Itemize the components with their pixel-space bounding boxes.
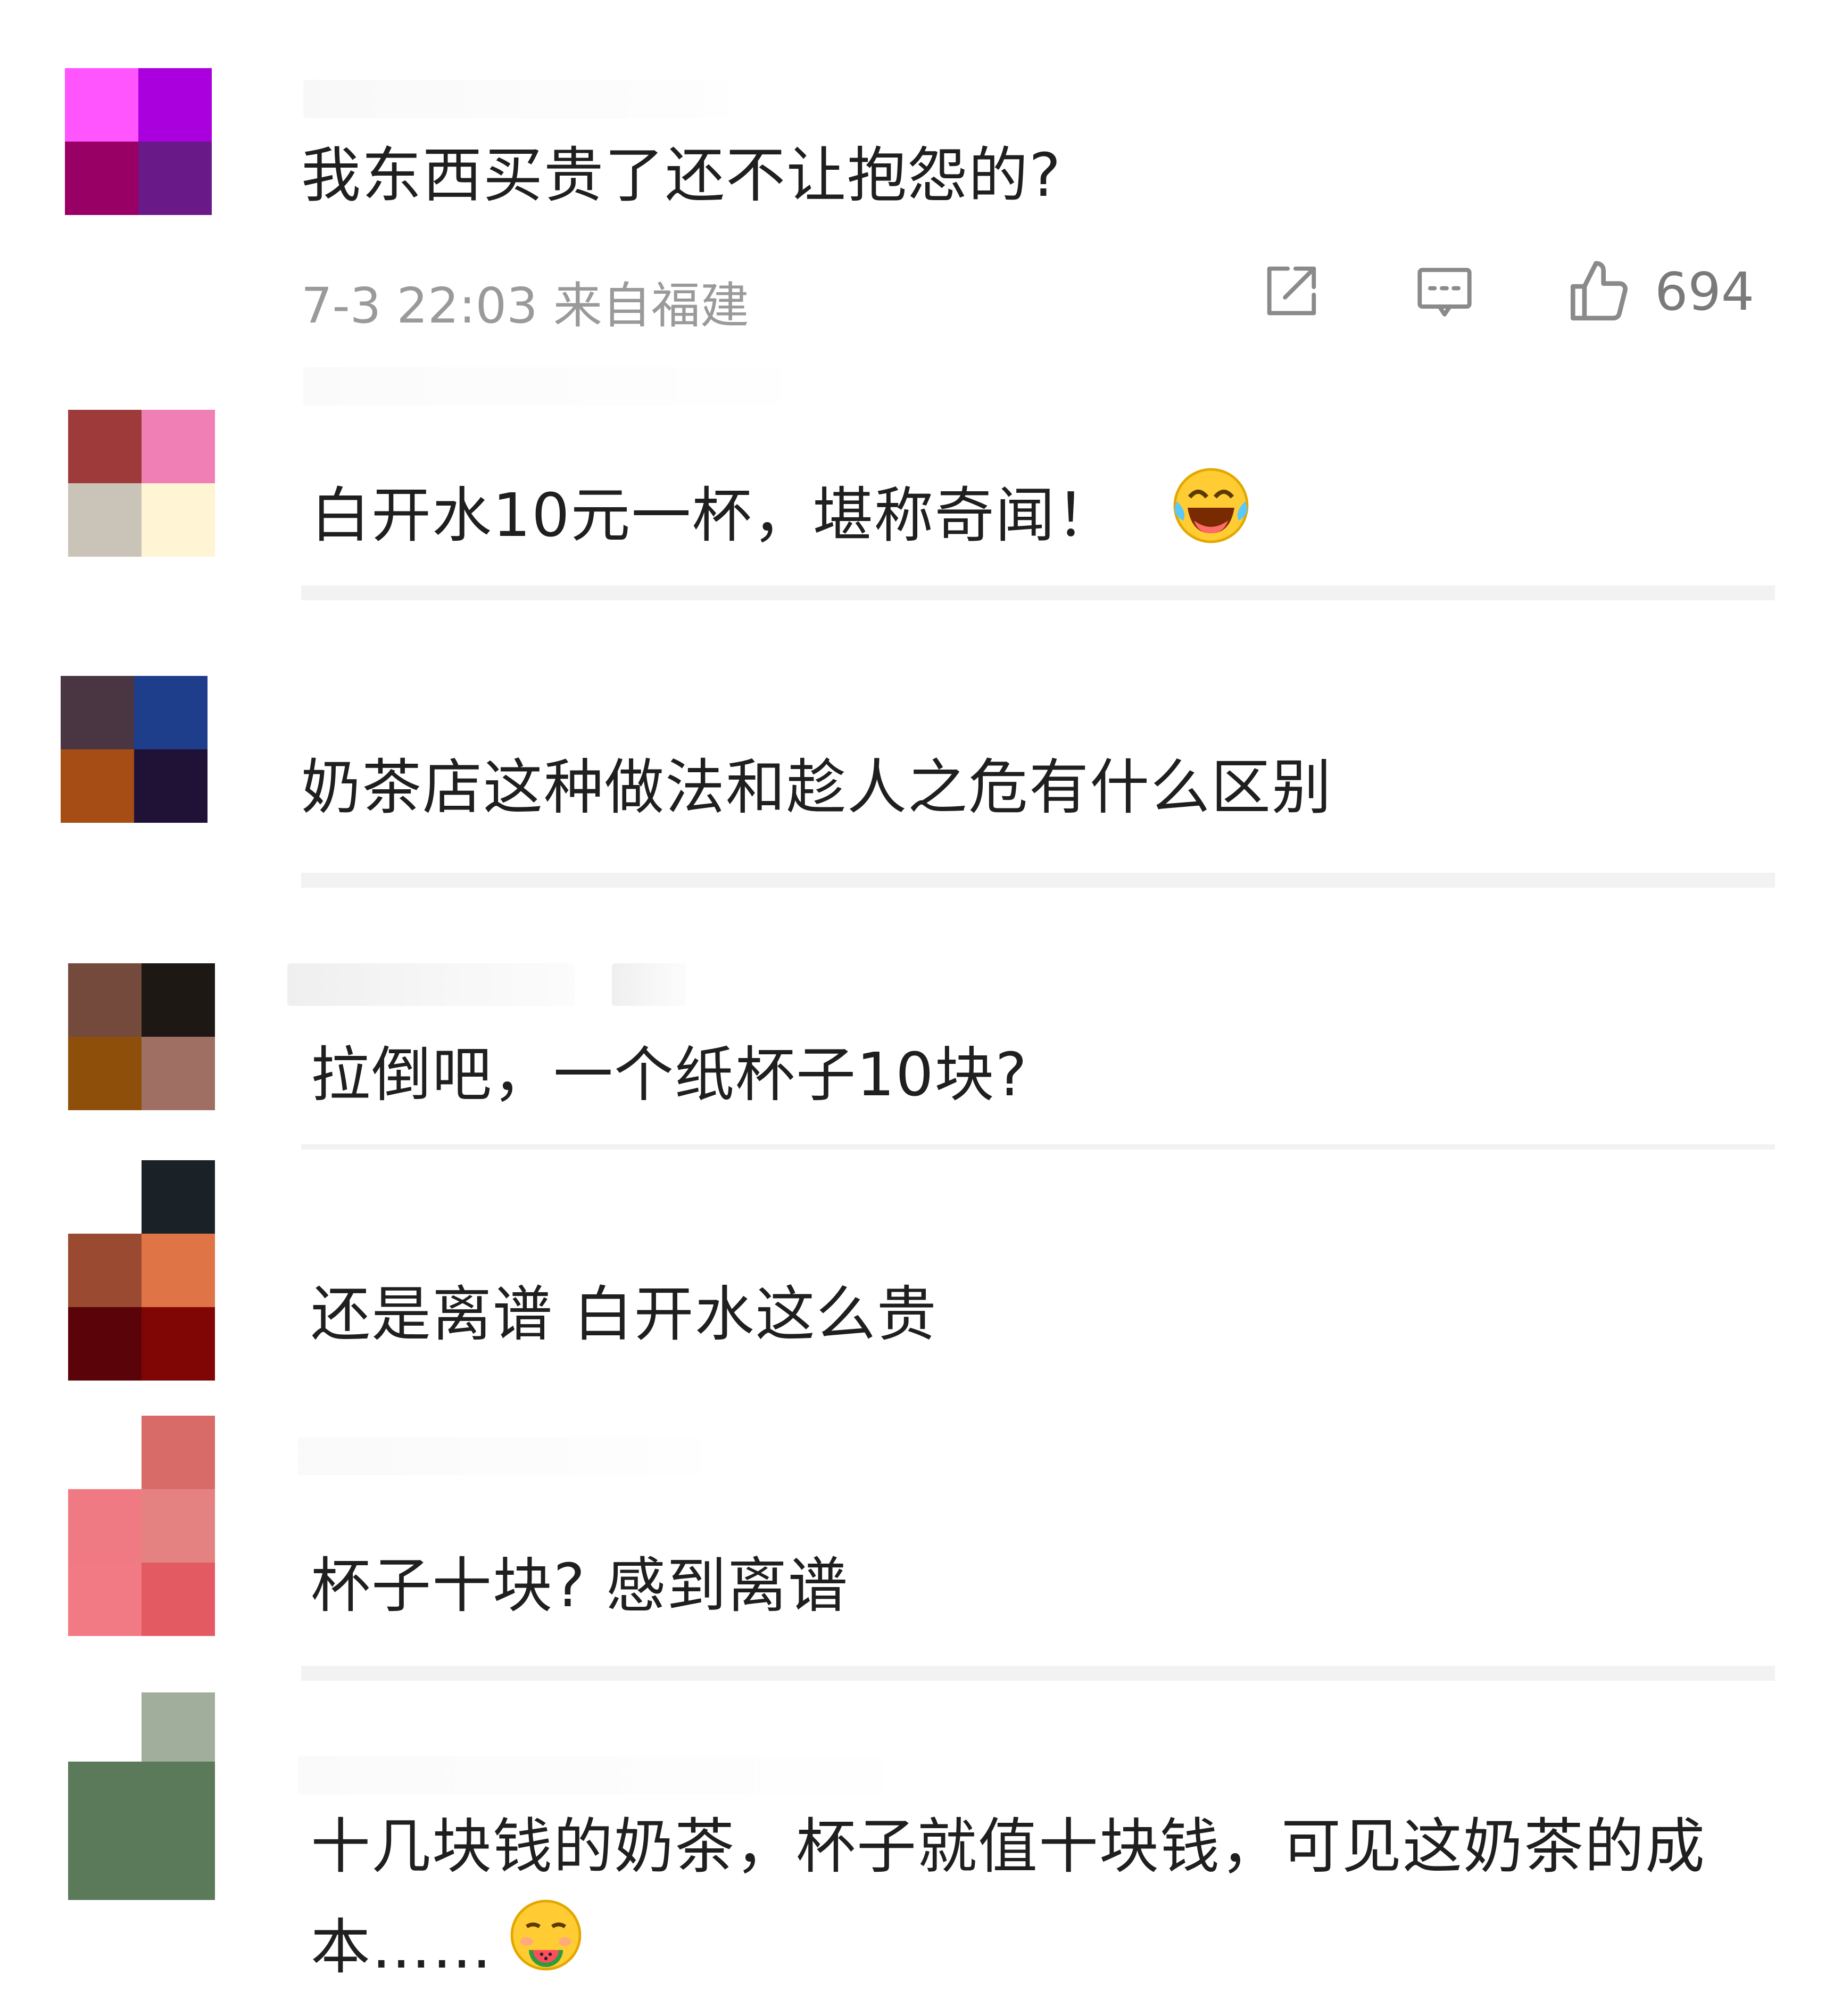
comment-item: 白开水10元一杯，堪称奇闻！ xyxy=(0,341,1825,628)
username-blurred[interactable] xyxy=(303,367,782,406)
avatar-pixel xyxy=(142,1489,215,1563)
username-blurred[interactable] xyxy=(287,963,575,1006)
username-blurred[interactable] xyxy=(303,80,729,118)
avatar[interactable] xyxy=(68,963,215,1110)
comment-text: 白开水10元一杯，堪称奇闻！ xyxy=(311,463,1254,576)
comment-text: 拉倒吧，一个纸杯子10块? xyxy=(311,1040,1028,1110)
avatar-pixel xyxy=(68,1307,142,1381)
avatar-pixel xyxy=(68,1692,142,1762)
avatar-pixel xyxy=(138,142,212,215)
avatar-pixel xyxy=(68,1037,142,1110)
comment-item: 奶茶店这种做法和趁人之危有什么区别 xyxy=(0,628,1825,905)
avatar-pixel xyxy=(68,1416,142,1489)
avatar-pixel xyxy=(61,749,134,823)
avatar-pixel xyxy=(142,1692,215,1762)
username-blurred[interactable] xyxy=(612,963,686,1006)
avatar-pixel xyxy=(68,1563,142,1636)
avatar-pixel xyxy=(68,410,142,483)
avatar-pixel xyxy=(142,1160,215,1234)
avatar-pixel xyxy=(138,68,212,142)
username-blurred[interactable] xyxy=(298,1437,702,1475)
avatar[interactable] xyxy=(68,1160,215,1381)
comment-item: 杯子十块? 感到离谱 xyxy=(0,1416,1825,1692)
avatar-pixel xyxy=(134,749,208,823)
avatar-pixel xyxy=(142,410,215,483)
comment-text: 十几块钱的奶茶，杯子就值十块钱，可见这奶茶的成本…… xyxy=(311,1799,1758,2007)
comment-actions: 694 xyxy=(1256,258,1754,327)
avatar[interactable] xyxy=(68,1416,215,1636)
laughing-tears-emoji xyxy=(1168,463,1254,576)
comment-text: 杯子十块? 感到离谱 xyxy=(311,1551,849,1621)
avatar-pixel xyxy=(142,1037,215,1110)
avatar-pixel xyxy=(68,963,142,1037)
divider xyxy=(301,585,1775,600)
avatar-pixel xyxy=(142,1234,215,1307)
divider xyxy=(301,873,1775,888)
avatar-pixel xyxy=(142,1762,215,1900)
comment-meta: 7-3 22:03 来自福建 xyxy=(301,277,749,334)
avatar[interactable] xyxy=(61,676,208,823)
comment-text-label: 白开水10元一杯，堪称奇闻！ xyxy=(311,481,1117,550)
comment-text: 奶茶店这种做法和趁人之危有什么区别 xyxy=(301,753,1332,822)
comment-text: 还是离谱 白开水这么贵 xyxy=(311,1280,938,1349)
avatar-pixel xyxy=(65,68,138,142)
avatar-pixel xyxy=(68,1762,142,1900)
avatar-pixel xyxy=(61,676,134,749)
comment-text: 我东西买贵了还不让抱怨的? xyxy=(301,141,1062,210)
divider xyxy=(301,1144,1775,1150)
avatar-pixel xyxy=(142,1416,215,1489)
avatar-pixel xyxy=(68,1160,142,1234)
username-blurred[interactable] xyxy=(298,1756,883,1795)
thumbs-up-icon[interactable] xyxy=(1564,258,1633,327)
avatar-pixel xyxy=(134,676,208,749)
avatar-pixel xyxy=(68,483,142,557)
comment-item: 拉倒吧，一个纸杯子10块? xyxy=(0,905,1825,1160)
avatar-pixel xyxy=(68,1234,142,1307)
share-icon[interactable] xyxy=(1256,258,1325,327)
avatar-pixel xyxy=(142,483,215,557)
avatar[interactable] xyxy=(65,68,212,215)
avatar[interactable] xyxy=(68,410,215,557)
divider xyxy=(301,1666,1775,1681)
eating-watermelon-emoji xyxy=(503,1895,588,2007)
comment-icon[interactable] xyxy=(1410,258,1479,327)
avatar-pixel xyxy=(142,963,215,1037)
comment-item: 十几块钱的奶茶，杯子就值十块钱，可见这奶茶的成本…… xyxy=(0,1692,1825,2016)
comment-item: 还是离谱 白开水这么贵 xyxy=(0,1160,1825,1416)
avatar-pixel xyxy=(142,1307,215,1381)
comment-item: 我东西买贵了还不让抱怨的? 7-3 22:03 来自福建 694 xyxy=(0,0,1825,341)
avatar-pixel xyxy=(65,142,138,215)
avatar-pixel xyxy=(142,1563,215,1636)
avatar-pixel xyxy=(68,1489,142,1563)
like-count: 694 xyxy=(1655,262,1755,323)
avatar[interactable] xyxy=(68,1692,215,1900)
